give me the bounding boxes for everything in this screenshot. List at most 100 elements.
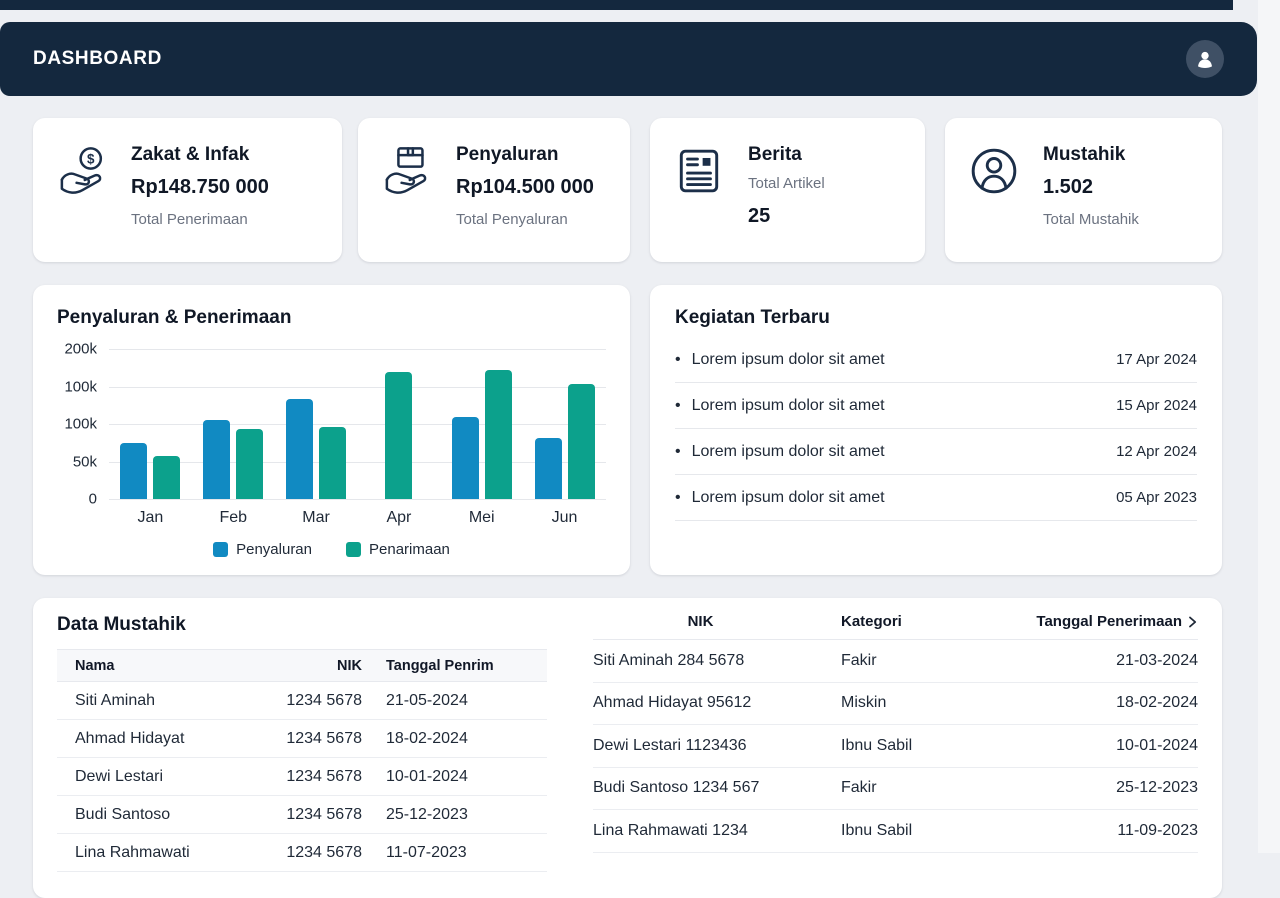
mustahik-icon — [969, 146, 1023, 262]
y-tick-label: 200k — [64, 341, 97, 358]
cell-tanggal: 25-12-2023 — [362, 806, 547, 824]
table-row[interactable]: Siti Aminah1234 567821-05-2024 — [57, 682, 547, 720]
penyaluran-bar[interactable] — [452, 417, 479, 500]
table-row[interactable]: Ahmad Hidayat1234 567818-02-2024 — [57, 720, 547, 758]
cell-nama: Ahmad Hidayat — [57, 730, 247, 748]
kegiatan-item[interactable]: •Lorem ipsum dolor sit amet17 Apr 2024 — [675, 337, 1197, 383]
table-row[interactable]: Budi Santoso1234 567825-12-2023 — [57, 796, 547, 834]
kegiatan-title: Kegiatan Terbaru — [675, 307, 1197, 329]
penyaluran-bar[interactable] — [535, 438, 562, 500]
bar-group-jun — [532, 349, 598, 499]
penarimaan-bar[interactable] — [236, 429, 263, 499]
app-header: DASHBOARD — [0, 22, 1257, 96]
kegiatan-date: 12 Apr 2024 — [1116, 443, 1197, 460]
stat-card-penyaluran[interactable]: Penyaluran Rp104.500 000 Total Penyalura… — [358, 118, 630, 262]
left-table-body: Siti Aminah1234 567821-05-2024Ahmad Hida… — [57, 682, 547, 872]
bar-group-mar — [283, 349, 349, 499]
stat-card-text: Mustahik 1.502 Total Mustahik — [1043, 144, 1139, 262]
table-row[interactable]: Lina Rahmawati1234 567811-07-2023 — [57, 834, 547, 872]
cell-nama: Dewi Lestari — [57, 768, 247, 786]
x-tick-label: Mar — [283, 509, 349, 527]
cell-nik: 1234 5678 — [247, 768, 362, 786]
mustahik-tables-card: Data Mustahik Nama NIK Tanggal Penrim Si… — [33, 598, 1222, 898]
penarimaan-bar[interactable] — [319, 427, 346, 499]
chart-columns — [109, 349, 606, 499]
table-row[interactable]: Lina Rahmawati 1234Ibnu Sabil11-09-2023 — [593, 810, 1198, 853]
stat-card-mustahik[interactable]: Mustahik 1.502 Total Mustahik — [945, 118, 1222, 262]
stat-caption: Total Penerimaan — [131, 211, 269, 228]
cell-kategori: Miskin — [808, 694, 1008, 712]
penyaluran-bar[interactable] — [286, 399, 313, 500]
stat-card-zakat-infak[interactable]: $ Zakat & Infak Rp148.750 000 Total Pene… — [33, 118, 342, 262]
legend-swatch — [346, 542, 361, 557]
col-header-tanggal-penrim[interactable]: Tanggal Penrim — [362, 658, 547, 674]
penyaluran-bar[interactable] — [120, 443, 147, 499]
cell-tanggal: 18-02-2024 — [362, 730, 547, 748]
table-row[interactable]: Ahmad Hidayat 95612Miskin18-02-2024 — [593, 683, 1198, 726]
plot-grid — [109, 349, 606, 499]
penarimaan-bar[interactable] — [153, 456, 180, 500]
penarimaan-bar[interactable] — [568, 384, 595, 499]
kegiatan-item[interactable]: •Lorem ipsum dolor sit amet15 Apr 2024 — [675, 383, 1197, 429]
berita-icon — [674, 146, 728, 262]
stat-card-berita[interactable]: Berita Total Artikel 25 — [650, 118, 925, 262]
legend-item-penarimaan[interactable]: Penarimaan — [346, 541, 450, 558]
kegiatan-list: •Lorem ipsum dolor sit amet17 Apr 2024•L… — [675, 337, 1197, 521]
data-mustahik-section: Data Mustahik Nama NIK Tanggal Penrim Si… — [57, 614, 547, 872]
stat-value: 1.502 — [1043, 176, 1139, 199]
col-header-kategori[interactable]: Kategori — [808, 613, 1008, 630]
penarimaan-bar[interactable] — [485, 370, 512, 499]
penarimaan-bar[interactable] — [385, 372, 412, 500]
bar-group-jan — [117, 349, 183, 499]
zakat-infak-icon: $ — [57, 146, 111, 262]
penerimaan-section: NIK Kategori Tanggal Penerimaan Siti Ami… — [593, 604, 1198, 853]
stat-card-text: Zakat & Infak Rp148.750 000 Total Peneri… — [131, 144, 269, 262]
bullet-icon: • — [675, 397, 681, 415]
cell-kategori: Fakir — [808, 779, 1008, 797]
dashboard-page: { "header": { "title": "DASHBOARD" }, "i… — [0, 0, 1280, 853]
x-tick-label: Jan — [117, 509, 183, 527]
kegiatan-item[interactable]: •Lorem ipsum dolor sit amet05 Apr 2023 — [675, 475, 1197, 521]
stat-value: Rp148.750 000 — [131, 176, 269, 199]
stat-title: Mustahik — [1043, 144, 1139, 166]
data-mustahik-title: Data Mustahik — [57, 614, 547, 636]
x-axis-labels: JanFebMarAprMeiJun — [109, 509, 606, 527]
cell-tanggal: 10-01-2024 — [362, 768, 547, 786]
chart-card: Penyaluran & Penerimaan 200k100k100k50k0… — [33, 285, 630, 575]
cell-tanggal: 25-12-2023 — [1008, 779, 1198, 797]
stat-title: Zakat & Infak — [131, 144, 269, 166]
chart-legend: Penyaluran Penarimaan — [57, 541, 606, 558]
right-scroll-gutter[interactable] — [1258, 0, 1280, 853]
bullet-icon: • — [675, 489, 681, 507]
y-tick-label: 0 — [89, 491, 97, 508]
col-header-tanggal-penerimaan[interactable]: Tanggal Penerimaan — [1008, 613, 1198, 630]
cell-tanggal: 21-05-2024 — [362, 692, 547, 710]
cell-nama: Siti Aminah — [57, 692, 247, 710]
col-header-nik[interactable]: NIK — [247, 658, 362, 674]
kegiatan-text: Lorem ipsum dolor sit amet — [692, 489, 885, 507]
cell-tanggal: 21-03-2024 — [1008, 652, 1198, 670]
cell-nik: 1234 5678 — [247, 692, 362, 710]
cell-tanggal: 11-09-2023 — [1008, 822, 1198, 840]
kegiatan-date: 17 Apr 2024 — [1116, 351, 1197, 368]
col-header-nik[interactable]: NIK — [593, 613, 808, 630]
bullet-icon: • — [675, 351, 681, 369]
table-row[interactable]: Budi Santoso 1234 567Fakir25-12-2023 — [593, 768, 1198, 811]
table-row[interactable]: Dewi Lestari1234 567810-01-2024 — [57, 758, 547, 796]
plot-area: JanFebMarAprMeiJun — [109, 349, 606, 527]
y-tick-label: 50k — [73, 453, 97, 470]
legend-label: Penarimaan — [369, 541, 450, 558]
kegiatan-item[interactable]: •Lorem ipsum dolor sit amet12 Apr 2024 — [675, 429, 1197, 475]
penyaluran-icon — [382, 146, 436, 262]
table-row[interactable]: Dewi Lestari 1123436Ibnu Sabil10-01-2024 — [593, 725, 1198, 768]
legend-item-penyaluran[interactable]: Penyaluran — [213, 541, 312, 558]
cell-nama-nik: Dewi Lestari 1123436 — [593, 737, 808, 755]
table-row[interactable]: Siti Aminah 284 5678Fakir21-03-2024 — [593, 640, 1198, 683]
col-header-nama[interactable]: Nama — [57, 658, 247, 674]
cell-tanggal: 18-02-2024 — [1008, 694, 1198, 712]
avatar[interactable] — [1186, 40, 1224, 78]
chevron-right-icon — [1187, 615, 1198, 629]
cell-kategori: Ibnu Sabil — [808, 822, 1008, 840]
cell-nama-nik: Ahmad Hidayat 95612 — [593, 694, 808, 712]
penyaluran-bar[interactable] — [203, 420, 230, 499]
